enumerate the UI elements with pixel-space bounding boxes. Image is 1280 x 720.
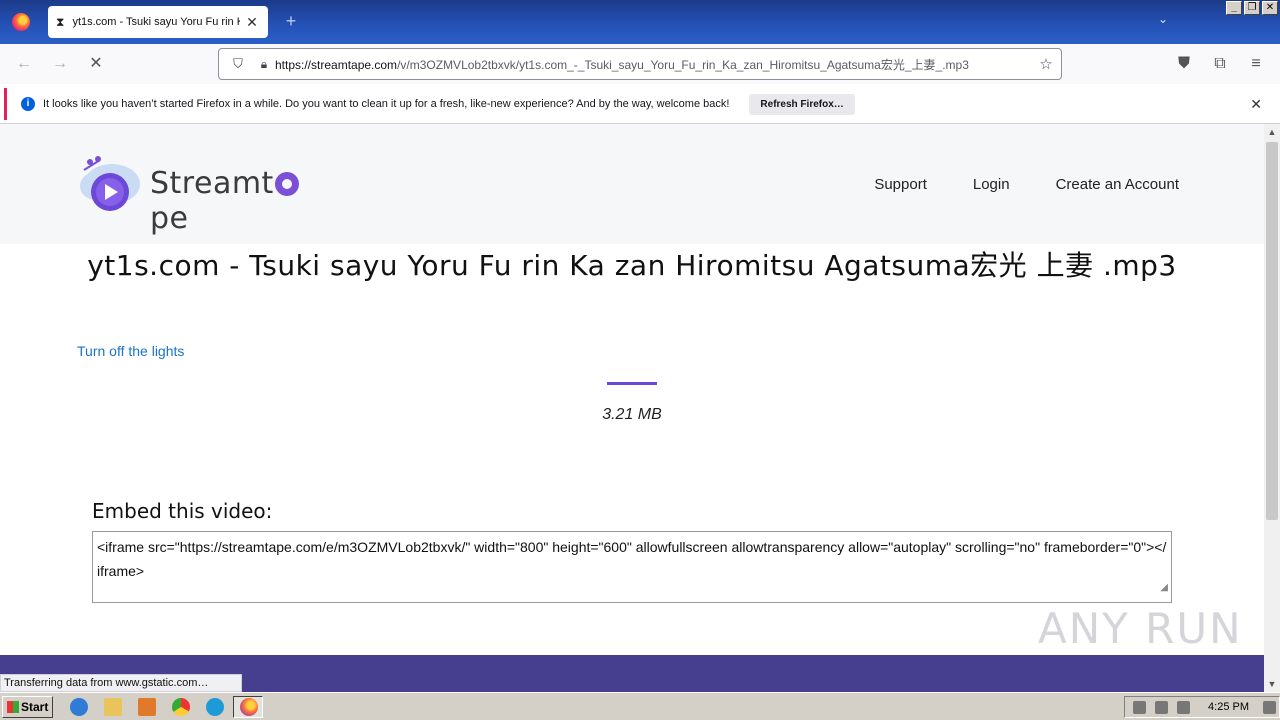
start-label: Start — [21, 700, 49, 714]
scrollbar-thumb[interactable] — [1266, 142, 1278, 520]
site-header: Streamtpe Support Login Create an Accoun… — [0, 124, 1264, 244]
volume-icon[interactable] — [1133, 701, 1146, 714]
url-path: /v/m3OZMVLob2tbxvk/yt1s.com_-_Tsuki_sayu… — [397, 57, 969, 72]
embed-code-textarea[interactable]: <iframe src="https://streamtape.com/e/m3… — [92, 531, 1172, 603]
list-all-tabs-icon[interactable]: ⌄ — [1158, 12, 1168, 26]
firefox-taskbar-button[interactable] — [233, 696, 263, 718]
hamburger-menu-icon[interactable]: ≡ — [1246, 54, 1266, 74]
page-scrollbar[interactable]: ▲ ▼ — [1264, 124, 1280, 692]
anyrun-watermark: ANY RUN — [1038, 604, 1243, 653]
taskbar: Start 4:25 PM — [0, 692, 1280, 720]
forward-icon[interactable]: → — [50, 54, 70, 74]
tab-close-icon[interactable]: ✕ — [244, 14, 260, 31]
firefox-taskbar-icon — [240, 698, 258, 716]
new-tab-icon[interactable]: + — [280, 10, 302, 32]
tracking-protection-icon[interactable]: ⛉ — [223, 56, 253, 72]
restore-icon[interactable]: ❐ — [1244, 1, 1260, 15]
back-icon[interactable]: ← — [14, 54, 34, 74]
info-icon: i — [21, 97, 35, 111]
show-desktop-icon[interactable] — [1263, 701, 1276, 714]
scroll-up-icon[interactable]: ▲ — [1264, 124, 1280, 140]
system-tray: 4:25 PM — [1124, 696, 1280, 718]
network-icon[interactable] — [1155, 701, 1168, 714]
streamtape-logo[interactable]: Streamtpe — [76, 152, 336, 236]
window-close-icon[interactable]: ✕ — [1262, 1, 1278, 15]
navigation-toolbar: ← → ✕ ⛉ 🔒︎ https://streamtape.com/v/m3OZ… — [0, 44, 1280, 84]
nav-create-account-link[interactable]: Create an Account — [1056, 176, 1179, 193]
flag-icon[interactable] — [1177, 701, 1190, 714]
cloud-play-icon — [80, 156, 140, 211]
logo-text-start: Streamt — [150, 166, 274, 201]
video-title: yt1s.com - Tsuki sayu Yoru Fu rin Ka zan… — [87, 249, 1177, 282]
status-panel: Transferring data from www.gstatic.com… — [0, 674, 242, 692]
start-button[interactable]: Start — [2, 696, 53, 718]
refresh-firefox-button[interactable]: Refresh Firefox… — [749, 93, 855, 115]
refresh-notification-bar: i It looks like you haven’t started Fire… — [4, 88, 1276, 120]
url-text[interactable]: https://streamtape.com/v/m3OZMVLob2tbxvk… — [275, 56, 1031, 73]
firefox-icon — [12, 13, 30, 31]
embed-label: Embed this video: — [92, 499, 273, 523]
turn-off-lights-link[interactable]: Turn off the lights — [77, 343, 184, 359]
chrome-icon[interactable] — [172, 698, 190, 716]
notification-close-icon[interactable]: ✕ — [1250, 96, 1262, 113]
minimize-icon[interactable]: _ — [1226, 1, 1242, 15]
firefox-menu-button[interactable] — [0, 0, 42, 44]
tab-title: yt1s.com - Tsuki sayu Yoru Fu rin K — [72, 16, 240, 28]
resize-handle-icon[interactable]: ◢ — [1160, 576, 1168, 600]
address-bar[interactable]: ⛉ 🔒︎ https://streamtape.com/v/m3OZMVLob2… — [218, 48, 1062, 80]
url-domain: https://streamtape.com — [275, 57, 398, 72]
pocket-icon[interactable]: ⛊ — [1174, 54, 1194, 74]
clock: 4:25 PM — [1208, 701, 1249, 713]
logo-text: Streamtpe — [150, 166, 336, 236]
site-nav: Support Login Create an Account — [874, 176, 1179, 193]
file-size: 3.21 MB — [602, 406, 662, 423]
accent-divider — [607, 382, 657, 385]
embed-code-text: <iframe src="https://streamtape.com/e/m3… — [97, 539, 1167, 579]
tab-active[interactable]: ⧗ yt1s.com - Tsuki sayu Yoru Fu rin K ✕ — [48, 6, 268, 38]
loading-hourglass-icon: ⧗ — [56, 14, 65, 29]
bookmark-star-icon[interactable]: ☆ — [1031, 55, 1061, 73]
notification-message: It looks like you haven’t started Firefo… — [43, 98, 730, 110]
nav-support-link[interactable]: Support — [874, 176, 927, 193]
edge-icon[interactable] — [206, 698, 224, 716]
stop-loading-icon[interactable]: ✕ — [86, 54, 106, 74]
window-controls: _ ❐ ✕ — [1226, 1, 1278, 15]
internet-explorer-icon[interactable] — [70, 698, 88, 716]
nav-login-link[interactable]: Login — [973, 176, 1010, 193]
media-player-icon[interactable] — [138, 698, 156, 716]
lock-icon[interactable]: 🔒︎ — [253, 57, 275, 72]
scroll-down-icon[interactable]: ▼ — [1264, 676, 1280, 692]
extensions-icon[interactable]: ⧉ — [1210, 54, 1230, 74]
film-reel-icon — [274, 172, 299, 196]
folder-icon[interactable] — [104, 698, 122, 716]
logo-text-end: pe — [150, 201, 189, 236]
tab-strip: ⧗ yt1s.com - Tsuki sayu Yoru Fu rin K ✕ … — [0, 0, 1280, 44]
windows-flag-icon — [7, 701, 19, 713]
